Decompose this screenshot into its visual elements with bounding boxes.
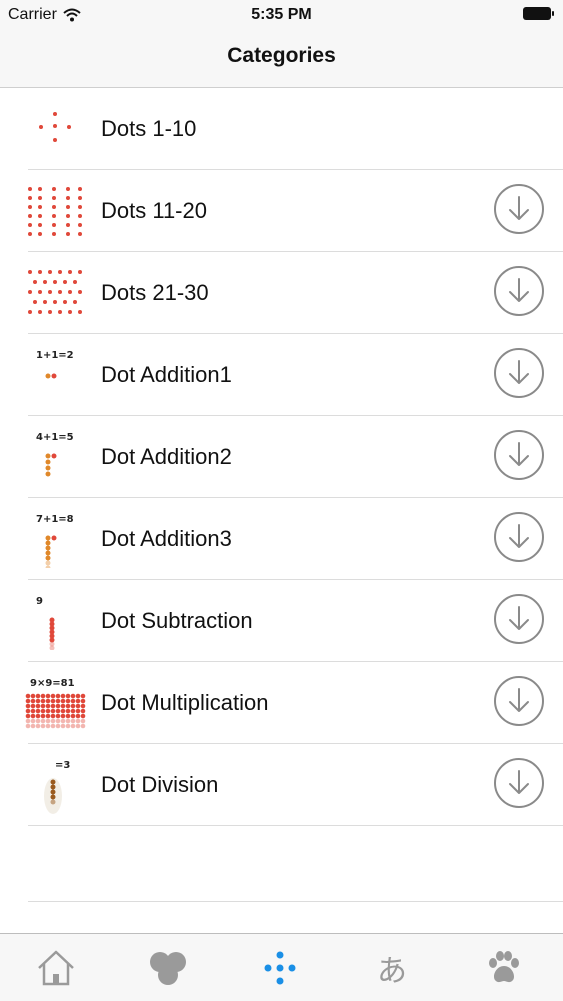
download-button[interactable]: [494, 184, 544, 234]
tab-home[interactable]: [0, 934, 112, 1001]
category-row[interactable]: Dots 1-10: [28, 88, 563, 170]
navigation-bar: Categories: [0, 30, 563, 88]
download-arrow-icon: [509, 770, 529, 794]
download-arrow-icon: [509, 688, 529, 712]
battery-icon: [523, 7, 554, 20]
download-button[interactable]: [494, 430, 544, 480]
download-arrow-icon: [509, 606, 529, 630]
clock: 5:35 PM: [251, 6, 312, 23]
tab-bar: あ: [0, 933, 563, 1001]
category-thumbnail-icon: 4+1=5: [36, 432, 74, 477]
category-thumbnail-icon: [28, 187, 82, 236]
clover-icon: [150, 951, 186, 985]
category-label: Dot Addition2: [101, 444, 232, 469]
tab-shapes[interactable]: [112, 934, 224, 1001]
category-label: Dots 21-30: [101, 280, 209, 305]
category-row[interactable]: 9×9=81 Dot Multiplication: [25, 662, 563, 744]
hiragana-icon: あ: [377, 953, 407, 989]
dots-icon: [264, 951, 296, 984]
category-row[interactable]: 9 Dot Subtraction: [28, 580, 563, 662]
status-bar: Carrier 5:35 PM: [0, 0, 563, 30]
category-row[interactable]: 4+1=5 Dot Addition2: [28, 416, 563, 498]
category-row[interactable]: Dots 21-30: [28, 252, 563, 334]
category-label: Dots 1-10: [101, 116, 197, 141]
tab-animals[interactable]: [448, 934, 560, 1001]
thumbnail-caption: =3: [55, 760, 70, 771]
thumbnail-caption: 1+1=2: [36, 350, 74, 361]
category-thumbnail-icon: 9×9=81: [25, 678, 86, 729]
category-label: Dot Addition1: [101, 362, 232, 387]
page-title: Categories: [227, 44, 336, 67]
category-row[interactable]: Dots 11-20: [28, 170, 563, 252]
category-thumbnail-icon: [39, 112, 71, 142]
category-row[interactable]: 1+1=2 Dot Addition1: [28, 334, 563, 416]
category-label: Dot Multiplication: [101, 690, 269, 715]
category-row[interactable]: 7+1=8 Dot Addition3: [28, 498, 563, 580]
category-thumbnail-icon: [28, 270, 82, 314]
tab-hiragana[interactable]: あ: [336, 934, 448, 1001]
category-label: Dot Addition3: [101, 526, 232, 551]
list-separator: [28, 901, 563, 902]
home-icon: [38, 950, 74, 985]
category-label: Dot Subtraction: [101, 608, 253, 633]
tab-dots[interactable]: [224, 934, 336, 1001]
thumbnail-caption: 4+1=5: [36, 432, 74, 443]
category-label: Dot Division: [101, 772, 219, 797]
download-arrow-icon: [509, 196, 529, 220]
download-arrow-icon: [509, 524, 529, 548]
download-button[interactable]: [494, 758, 544, 808]
category-label: Dots 11-20: [101, 198, 207, 223]
download-arrow-icon: [509, 360, 529, 384]
download-button[interactable]: [494, 348, 544, 398]
category-thumbnail-icon: =3: [44, 760, 70, 814]
thumbnail-caption: 7+1=8: [36, 514, 74, 525]
paw-icon: [489, 950, 519, 982]
download-button[interactable]: [494, 594, 544, 644]
category-row[interactable]: =3 Dot Division: [28, 744, 563, 826]
category-thumbnail-icon: 9: [36, 596, 55, 650]
category-thumbnail-icon: 7+1=8: [36, 514, 74, 568]
download-button[interactable]: [494, 512, 544, 562]
thumbnail-caption: 9×9=81: [30, 678, 75, 689]
download-button[interactable]: [494, 266, 544, 316]
thumbnail-caption: 9: [36, 596, 43, 607]
category-list: Dots 1-10 Dots 11-20 Dots 21-30 1+1=2 Dot Ad…: [0, 88, 563, 826]
category-thumbnail-icon: 1+1=2: [36, 350, 74, 379]
download-button[interactable]: [494, 676, 544, 726]
download-arrow-icon: [509, 278, 529, 302]
download-arrow-icon: [509, 442, 529, 466]
